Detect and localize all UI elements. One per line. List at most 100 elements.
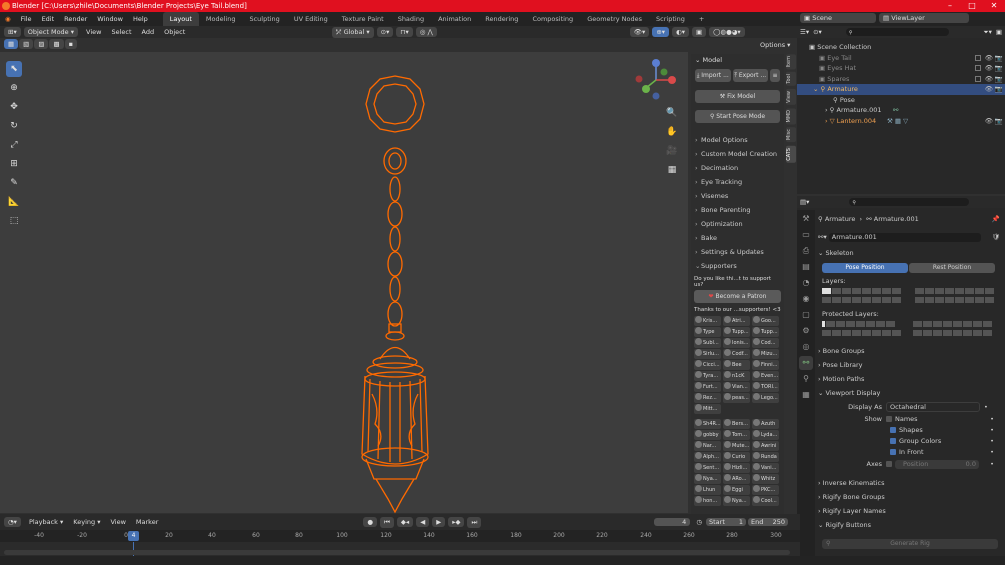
shapes-checkbox[interactable] [890,427,896,433]
current-frame-field[interactable]: 4 [654,518,691,526]
supporter-button[interactable]: Even... [752,371,779,381]
supporter-button[interactable]: Sent... [694,463,721,473]
start-frame-field[interactable]: Start 1 [705,518,746,526]
menu-object[interactable]: Object [164,28,185,36]
tab-rendering[interactable]: Rendering [478,12,525,26]
eye-icon[interactable]: 👁 [985,84,993,95]
new-collection-icon[interactable]: ▣ [996,28,1002,36]
render-props-icon[interactable]: ▭ [799,228,813,242]
mode-selector[interactable]: Object Mode ▾ [23,27,79,37]
modifier-props-icon[interactable]: ⚙ [799,324,813,338]
xray-icon[interactable]: ▣ [691,27,707,37]
tab-misc[interactable]: Misc [786,127,796,143]
inverse-kinematics-header[interactable]: › Inverse Kinematics [818,476,1002,490]
filter-icon[interactable]: ⏷▾ [983,28,991,37]
timeline-scrollbar[interactable] [4,550,790,555]
add-workspace-button[interactable]: + [692,12,711,26]
fix-model-button[interactable]: ⚒ Fix Model [695,90,780,103]
visibility-icon[interactable]: 👁▾ [629,27,650,37]
supporter-button[interactable]: Rez... [694,393,721,403]
outliner-row-eyes-hat[interactable]: ▣ Eyes Hat 👁 📷 [797,63,1005,74]
outliner-row-lantern-004[interactable]: › ▽ Lantern.004 ⚒ ▦ ▽ 👁 📷 [797,116,1005,127]
end-frame-field[interactable]: End 250 [747,518,788,526]
supporter-button[interactable]: peas... [723,393,750,403]
exclude-checkbox[interactable] [975,54,981,61]
supporter-button[interactable]: Atri... [723,316,750,326]
supporter-button[interactable]: Eggi [723,485,750,495]
supporter-button[interactable]: Whitz [752,474,779,484]
select-intersect-icon[interactable]: ▪ [64,39,78,49]
section-visemes[interactable]: › Visemes [691,189,784,203]
close-button[interactable]: ✕ [983,0,1005,12]
render-icon[interactable]: 📷 [995,84,1003,95]
maximize-button[interactable]: □ [961,0,983,12]
properties-search-input[interactable]: ⚲ [849,198,970,206]
select-tool-icon[interactable]: ⬉ [6,61,22,77]
camera-icon[interactable]: 🎥 [664,143,680,159]
supporter-button[interactable]: Alph... [694,452,721,462]
tab-item[interactable]: Item [786,54,796,70]
render-icon[interactable]: 📷 [995,63,1003,74]
outliner-row-armature-001[interactable]: › ⚲ Armature.001 ⚯ [797,105,1005,116]
grid-icon[interactable]: ▦ [664,162,680,178]
tab-uv-editing[interactable]: UV Editing [287,12,335,26]
names-checkbox[interactable] [886,416,892,422]
pivot-icon[interactable]: ⊙▾ [376,27,394,37]
menu-render[interactable]: Render [59,12,92,26]
outliner-row-armature[interactable]: ⌄ ⚲ Armature 👁 📷 [797,84,1005,95]
rotate-tool-icon[interactable]: ↻ [6,118,22,134]
editor-type-icon[interactable]: ⊞▾ [4,27,21,37]
menu-keying[interactable]: Keying ▾ [73,518,100,526]
tab-scripting[interactable]: Scripting [649,12,692,26]
supporter-button[interactable]: Lego... [752,393,779,403]
shading-modes-icon[interactable]: ◯◍●◕▾ [709,27,745,37]
scale-tool-icon[interactable]: ⤢ [6,137,22,153]
start-pose-mode-button[interactable]: ⚲ Start Pose Mode [695,110,780,123]
supporter-button[interactable]: ARo... [723,474,750,484]
outliner-row-scene-collection[interactable]: ▣ Scene Collection [797,42,1005,53]
rigify-layer-names-header[interactable]: › Rigify Layer Names [818,504,1002,518]
motion-paths-header[interactable]: › Motion Paths [818,372,1002,386]
supporter-button[interactable]: Hizli... [723,463,750,473]
scene-selector[interactable]: ▣ Scene [800,13,877,23]
supporter-button[interactable]: Mitt... [694,404,721,414]
snap-icon[interactable]: ⊓▾ [396,27,413,37]
timeline-ruler[interactable]: -40 -20 0 20 40 60 80 100 120 140 160 18… [0,530,800,542]
axes-checkbox[interactable] [886,461,892,467]
section-custom-model-creation[interactable]: › Custom Model Creation [691,147,784,161]
properties-editor-icon[interactable]: ▤▾ [800,198,809,206]
menu-view[interactable]: View [86,28,101,36]
select-subtract-icon[interactable]: ▨ [34,39,49,49]
supporter-button[interactable]: Tom... [723,430,750,440]
tab-texture-paint[interactable]: Texture Paint [335,12,391,26]
supporter-button[interactable]: Runda [752,452,779,462]
jump-start-icon[interactable]: ⏮ [380,516,394,528]
model-section-header[interactable]: ⌄ Model [691,54,784,67]
supporter-button[interactable]: Vian... [723,382,750,392]
exclude-checkbox[interactable] [975,65,981,71]
tab-animation[interactable]: Animation [431,12,478,26]
supporter-button[interactable]: Codf... [723,349,750,359]
supporter-button[interactable]: gobby [694,430,721,440]
menu-edit[interactable]: Edit [37,12,60,26]
eye-icon[interactable]: 👁 [985,116,993,127]
supporter-button[interactable]: Bee [723,360,750,370]
supporter-button[interactable]: Kris... [694,316,721,326]
navigation-gizmo[interactable] [630,56,682,106]
supporter-button[interactable]: hon... [694,496,721,506]
eye-icon[interactable]: 👁 [985,53,993,64]
tab-layout[interactable]: Layout [162,12,199,26]
display-mode-icon[interactable]: ⊙▾ [813,28,822,36]
select-invert-icon[interactable]: ▩ [49,39,64,49]
outliner-row-spares[interactable]: ▣ Spares 👁 📷 [797,74,1005,85]
generate-rig-button[interactable]: ⚲ Generate Rig [822,539,998,549]
gizmo-icon[interactable]: ⊕▾ [652,27,670,37]
record-icon[interactable]: ● [363,517,378,527]
tab-modeling[interactable]: Modeling [199,12,243,26]
zoom-icon[interactable]: 🔍 [664,105,680,121]
layers-grid[interactable] [818,288,1002,305]
rigify-bone-groups-header[interactable]: › Rigify Bone Groups [818,490,1002,504]
tab-shading[interactable]: Shading [391,12,431,26]
supporter-button[interactable]: Awrini [752,441,779,451]
overlay-icon[interactable]: ◐▾ [672,27,689,37]
